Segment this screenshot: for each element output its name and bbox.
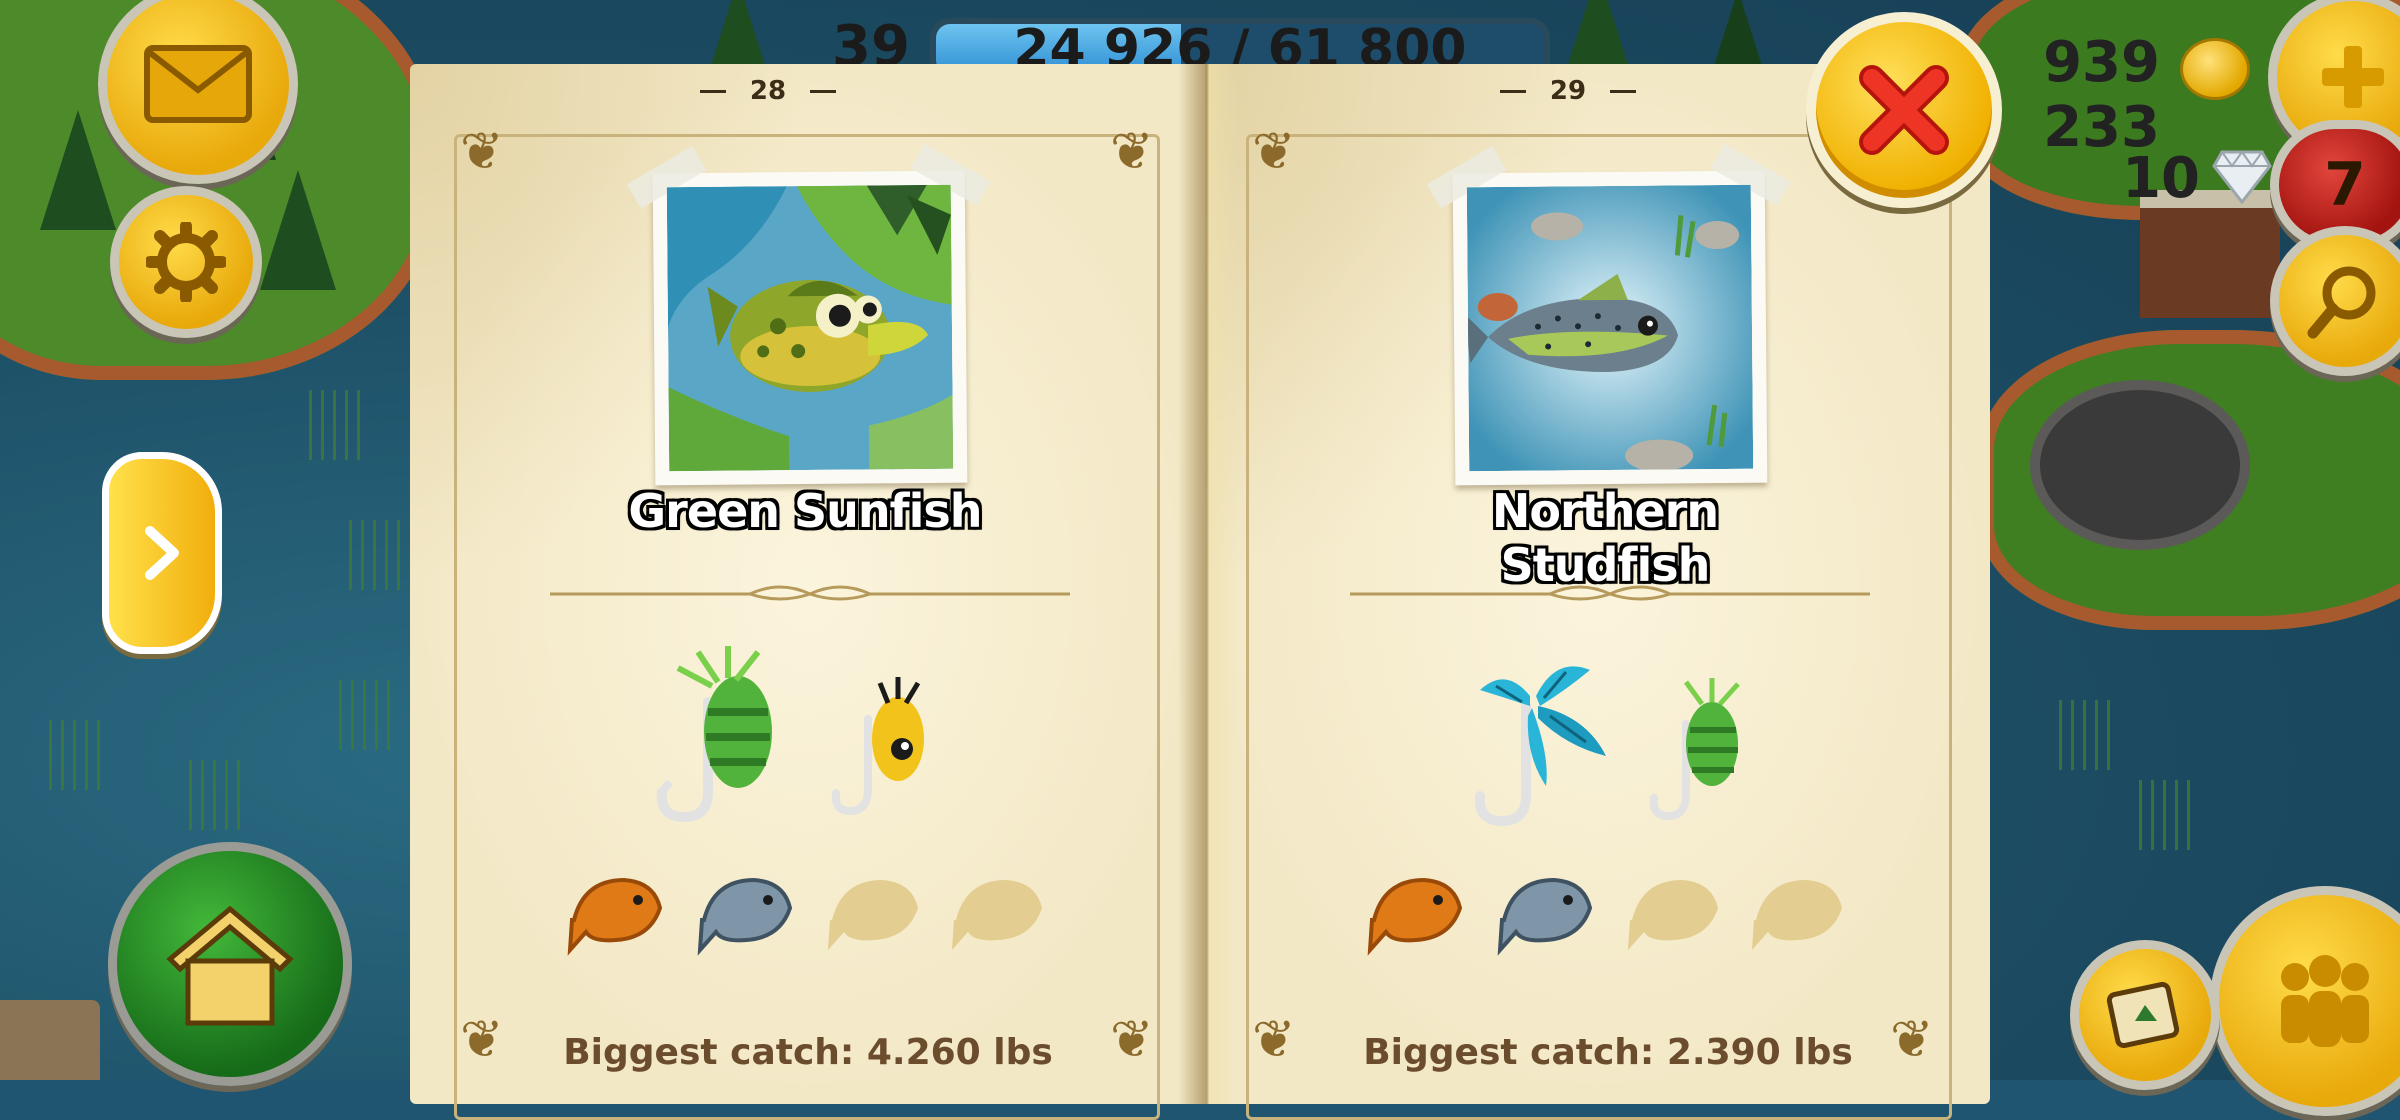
silver-fish-trophy-icon	[697, 877, 793, 956]
dock-planks	[0, 1000, 100, 1080]
silver-fish-trophy-icon	[1497, 877, 1593, 956]
photo-album-icon	[2106, 981, 2180, 1049]
biggest-catch-right: Biggest catch: 2.390 lbs	[1363, 1032, 1853, 1073]
notification-count: 7	[2324, 150, 2366, 220]
diamonds-count: 10	[2122, 146, 2200, 211]
settings-button[interactable]	[110, 186, 262, 338]
gold-fish-trophy-icon	[1367, 877, 1463, 956]
fish-collection-book: ❦ ❦ ❦ ❦ ❦ ❦ ❦ 28 Green Sunfish Biggest c…	[410, 64, 1990, 1120]
green-feather-lure-icon	[656, 646, 772, 823]
fishing-hut[interactable]	[2030, 380, 2250, 550]
page-number-right: 29	[1468, 76, 1668, 106]
gear-icon	[146, 222, 226, 302]
green-sunfish-picture	[666, 184, 954, 472]
fish-photo-northern-studfish[interactable]	[1426, 143, 1791, 486]
ornamental-divider	[1350, 585, 1870, 601]
ornament-icon: ❦	[1110, 122, 1154, 182]
blue-feather-lure-icon	[1474, 666, 1606, 827]
expand-side-panel-button[interactable]	[102, 452, 222, 654]
fish-trophy-placeholder-icon	[828, 880, 918, 950]
fish-name-right: Northern Studfish	[1491, 484, 1719, 592]
ornament-icon: ❦	[1252, 1010, 1296, 1070]
plus-icon	[2322, 46, 2384, 108]
magnifier-icon	[2307, 266, 2376, 339]
diamond-icon	[2212, 150, 2272, 204]
fish-photo-green-sunfish[interactable]	[626, 143, 991, 486]
ornament-icon: ❦	[460, 1010, 504, 1070]
fish-name-left: Green Sunfish	[628, 484, 982, 538]
envelope-icon	[144, 45, 252, 123]
chevron-right-icon	[145, 526, 179, 580]
house-icon	[166, 905, 294, 1026]
biggest-catch-left: Biggest catch: 4.260 lbs	[563, 1032, 1053, 1073]
book-spine	[1178, 64, 1238, 1104]
ornament-icon: ❦	[1252, 122, 1296, 182]
northern-studfish-picture	[1466, 184, 1754, 472]
yellow-spinner-lure-icon	[831, 677, 924, 816]
gold-fish-trophy-icon	[567, 877, 663, 956]
home-button[interactable]	[108, 842, 352, 1086]
ornamental-divider	[550, 585, 1070, 601]
page-number-left: 28	[668, 76, 868, 106]
fish-trophy-placeholder-icon	[1752, 880, 1842, 950]
close-book-button[interactable]	[1806, 12, 2002, 208]
fish-trophy-placeholder-icon	[952, 880, 1042, 950]
collection-button[interactable]	[2070, 940, 2220, 1090]
coin-icon	[2180, 38, 2250, 100]
close-icon	[1859, 65, 1949, 155]
ornament-icon: ❦	[460, 122, 504, 182]
people-icon	[2281, 955, 2369, 1047]
ornament-icon: ❦	[1110, 1010, 1154, 1070]
fish-trophy-placeholder-icon	[1628, 880, 1718, 950]
green-feather-lure-icon	[1649, 678, 1740, 821]
